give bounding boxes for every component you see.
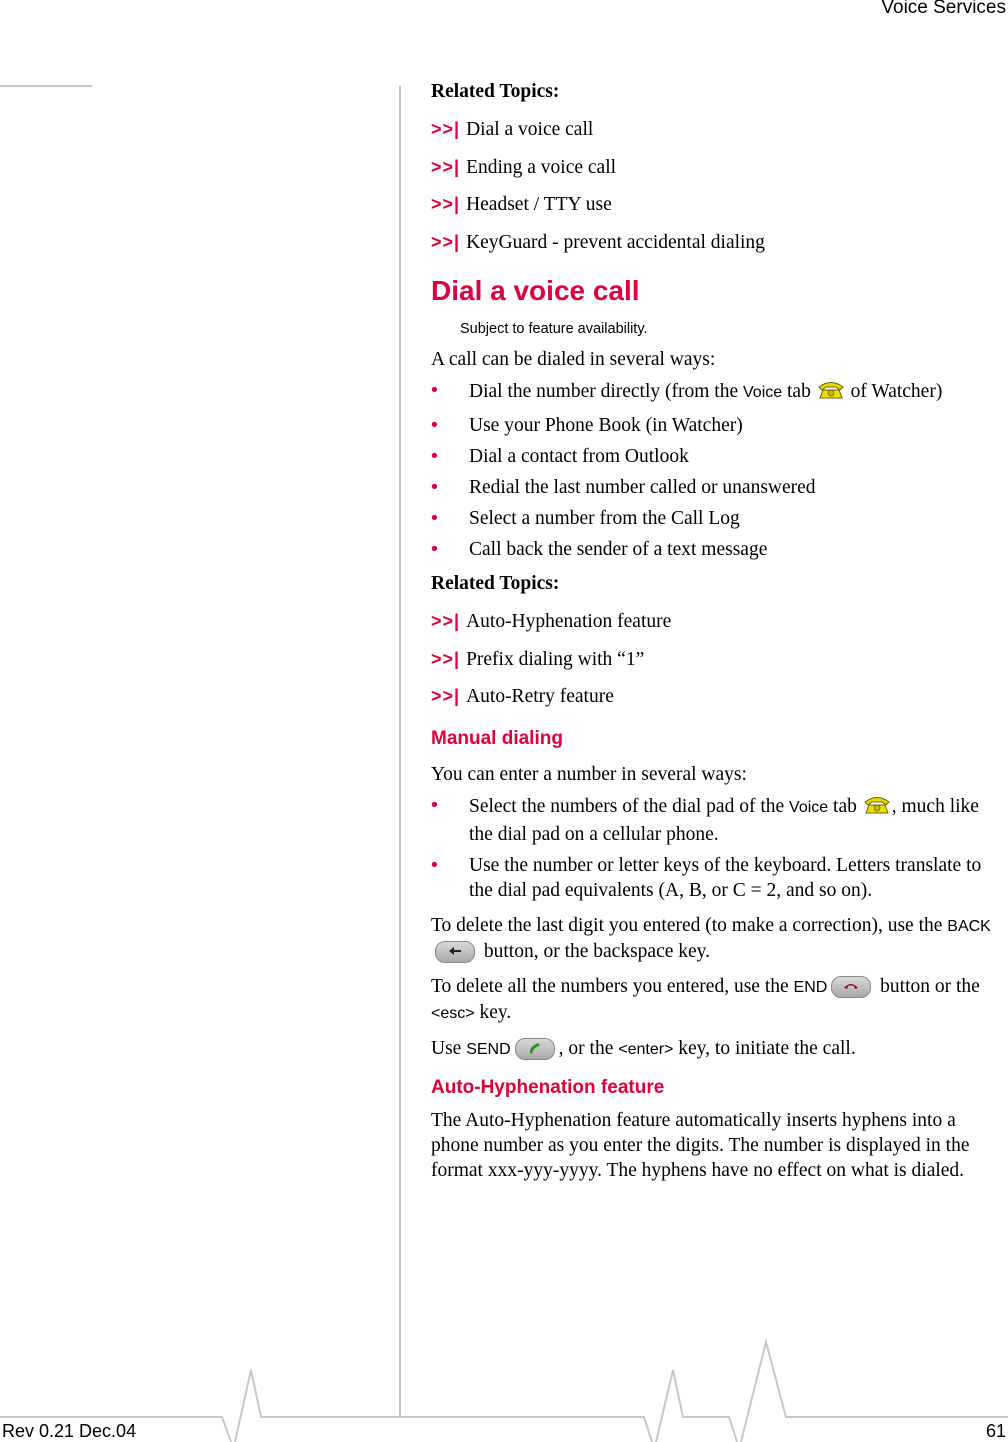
running-header-title: Voice Services: [881, 0, 1006, 18]
link-arrow-icon: >>|: [431, 194, 461, 214]
bullet-dial-directly: Dial the number directly (from the Voice…: [431, 378, 1006, 407]
bullet-phone-book: Use your Phone Book (in Watcher): [431, 413, 1006, 438]
related-link-keyguard[interactable]: >>| KeyGuard - prevent accidental dialing: [431, 228, 1006, 266]
bullet-outlook: Dial a contact from Outlook: [431, 444, 1006, 469]
footer-wave-spike-mid: [655, 1369, 738, 1442]
top-rule: [0, 85, 92, 87]
auto-hyphenation-body: The Auto-Hyphenation feature automatical…: [431, 1109, 970, 1181]
voice-tab-label: Voice: [789, 798, 829, 816]
link-arrow-icon: >>|: [431, 686, 461, 706]
footer-wave-spike-right: [740, 1338, 1008, 1442]
bullet-call-back: Call back the sender of a text message: [431, 537, 1006, 562]
phone-icon: [862, 793, 892, 822]
footer-wave-spike-left: [234, 1369, 653, 1442]
bullet-dial-pad: Select the numbers of the dial pad of th…: [431, 793, 1006, 847]
send-call-button-icon: [514, 1038, 555, 1061]
section-title-dial-voice-call: Dial a voice call: [431, 275, 640, 306]
back-label: BACK: [947, 917, 991, 935]
section-title-auto-hyphenation: Auto-Hyphenation feature: [431, 1076, 665, 1098]
dial-intro: A call can be dialed in several ways:: [431, 349, 716, 370]
related-topics-heading: Related Topics:: [431, 573, 560, 594]
link-arrow-icon: >>|: [431, 231, 461, 252]
related-link-headset-tty[interactable]: >>| Headset / TTY use: [431, 190, 1006, 228]
send-instruction: Use SEND, or the <enter> key, to initiat…: [431, 1037, 856, 1061]
phone-icon: [816, 378, 846, 407]
manual-intro: You can enter a number in several ways:: [431, 763, 747, 785]
bullet-keyboard: Use the number or letter keys of the key…: [431, 853, 1006, 903]
link-arrow-icon: >>|: [431, 611, 461, 631]
related-topics-heading: Related Topics:: [431, 81, 560, 102]
related-link-prefix-dialing[interactable]: >>| Prefix dialing with “1”: [431, 645, 1006, 683]
enter-key-label: <enter>: [618, 1040, 674, 1058]
related-link-auto-hyphenation[interactable]: >>| Auto-Hyphenation feature: [431, 607, 1006, 645]
column-divider: [399, 86, 401, 1417]
section-title-manual-dialing: Manual dialing: [431, 727, 563, 749]
bullet-call-log: Select a number from the Call Log: [431, 506, 1006, 531]
availability-note: Subject to feature availability.: [460, 321, 648, 337]
link-arrow-icon: >>|: [431, 156, 461, 177]
end-instruction: To delete all the numbers you entered, u…: [431, 975, 980, 1023]
voice-tab-label: Voice: [743, 383, 783, 401]
related-link-dial-voice-call[interactable]: >>| Dial a voice call: [431, 115, 1006, 153]
end-label: END: [793, 978, 828, 996]
main-content: Related Topics: >>| Dial a voice call >>|…: [431, 78, 1006, 1183]
footer-revision: Rev 0.21 Dec.04: [2, 1421, 137, 1441]
back-instruction: To delete the last digit you entered (to…: [431, 914, 991, 964]
end-call-button-icon: [831, 976, 872, 999]
footer-waveform-decoration: [0, 1338, 1008, 1442]
back-button-icon: [435, 941, 475, 964]
link-arrow-icon: >>|: [431, 119, 461, 139]
esc-key-label: <esc>: [431, 1004, 475, 1022]
related-link-auto-retry[interactable]: >>| Auto-Retry feature: [431, 682, 1006, 720]
send-label: SEND: [466, 1040, 511, 1058]
bullet-redial: Redial the last number called or unanswe…: [431, 475, 1006, 500]
related-link-ending-voice-call[interactable]: >>| Ending a voice call: [431, 153, 1006, 191]
link-arrow-icon: >>|: [431, 648, 461, 669]
footer-page-number: 61: [985, 1421, 1006, 1441]
